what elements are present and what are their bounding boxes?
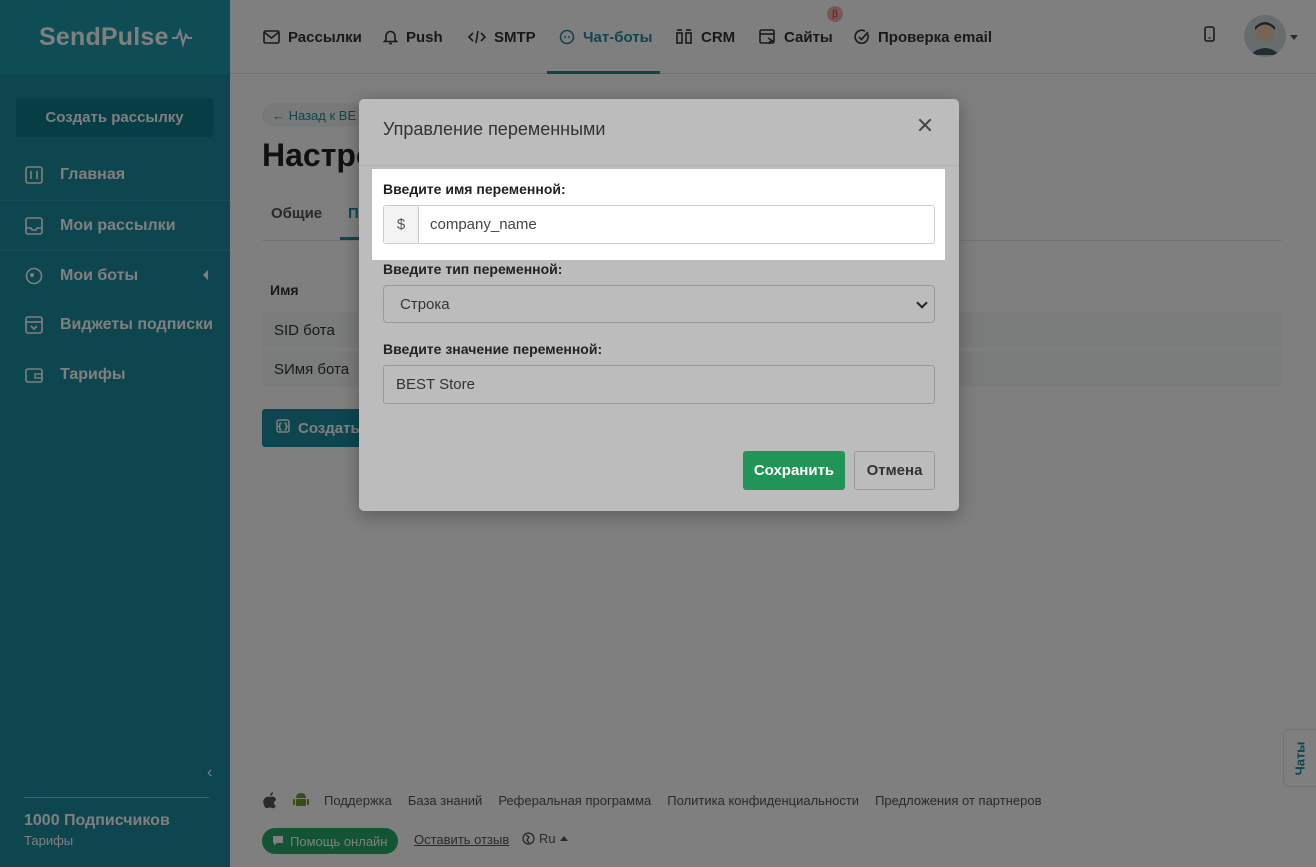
variable-value-input[interactable]: BEST Store: [383, 365, 935, 404]
modal-title: Управление переменными: [383, 119, 606, 139]
dollar-prefix: $: [384, 206, 419, 243]
save-button[interactable]: Сохранить: [743, 451, 845, 490]
chevron-down-icon: [916, 297, 928, 309]
variable-type-select[interactable]: Строка: [383, 285, 935, 323]
close-icon[interactable]: [917, 117, 933, 133]
variable-name-input[interactable]: company_name: [419, 206, 934, 243]
variable-value-label: Введите значение переменной:: [383, 341, 603, 357]
variable-name-label: Введите имя переменной:: [383, 181, 566, 197]
divider: [359, 165, 959, 166]
variable-type-label: Введите тип переменной:: [383, 261, 563, 277]
variable-name-field[interactable]: $ company_name: [383, 205, 935, 244]
variables-modal: Управление переменными Введите имя перем…: [359, 99, 959, 511]
cancel-button[interactable]: Отмена: [854, 451, 935, 490]
variable-type-value: Строка: [400, 295, 450, 313]
